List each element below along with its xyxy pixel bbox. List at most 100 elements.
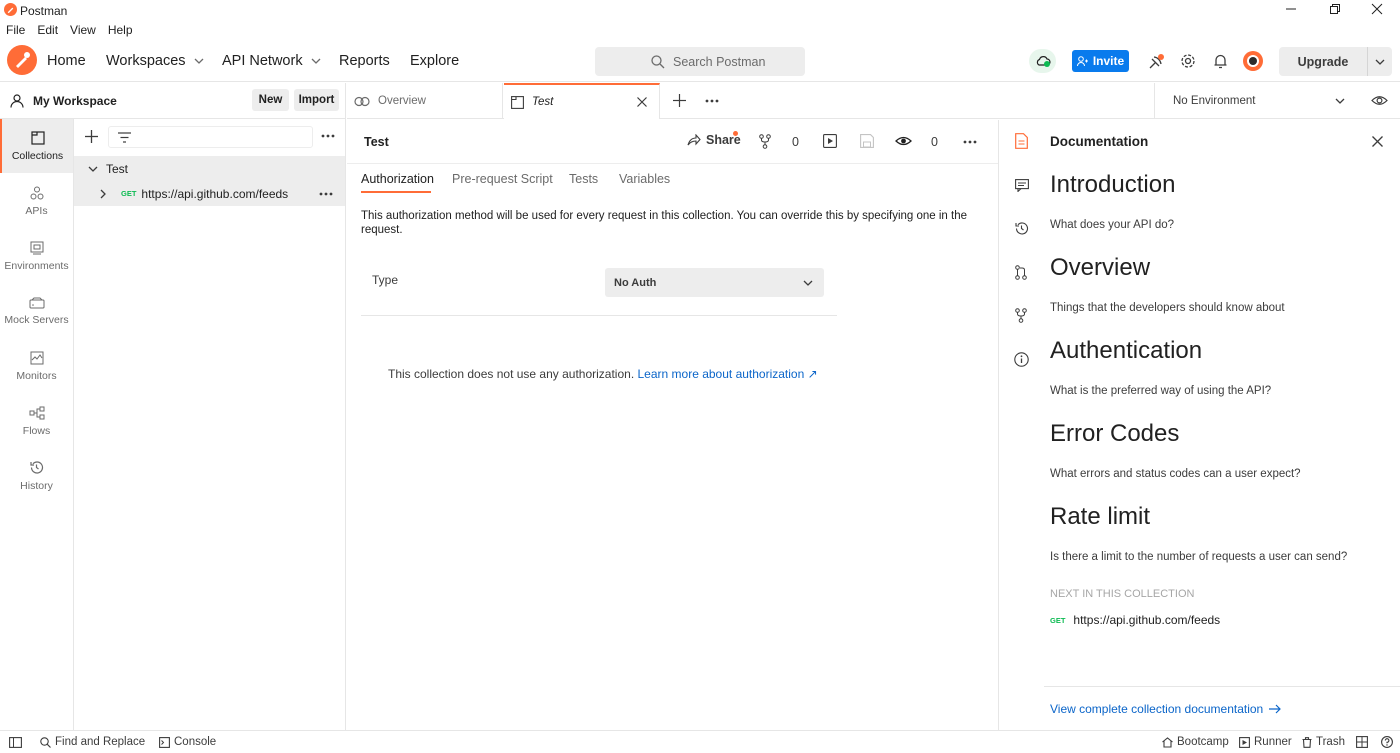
request-item[interactable]: GET https://api.github.com/feeds <box>74 181 345 206</box>
chevron-down-icon[interactable] <box>1375 59 1385 65</box>
tab-tests[interactable]: Tests <box>569 172 598 186</box>
tab-variables[interactable]: Variables <box>619 172 670 186</box>
sidebar-item-label: Flows <box>22 424 51 437</box>
divider <box>1044 686 1400 687</box>
more-options-icon[interactable] <box>963 140 977 144</box>
filter-input[interactable] <box>108 126 313 148</box>
pull-request-icon[interactable] <box>1015 265 1027 280</box>
tab-overview-label: Overview <box>378 95 426 107</box>
new-tab-icon[interactable] <box>673 94 686 107</box>
fork-icon[interactable] <box>1015 308 1027 323</box>
import-button[interactable]: Import <box>294 89 339 111</box>
nav-reports[interactable]: Reports <box>339 53 390 69</box>
add-collection-icon[interactable] <box>85 130 98 143</box>
divider <box>361 315 837 316</box>
minimize-icon[interactable] <box>1285 3 1297 15</box>
two-pane-icon[interactable] <box>1356 731 1368 753</box>
more-options-icon[interactable] <box>319 192 333 196</box>
tabs-bar: Overview Test <box>347 83 1154 119</box>
auth-type-select[interactable]: No Auth <box>605 268 824 297</box>
more-tabs-icon[interactable] <box>705 99 719 103</box>
close-icon[interactable] <box>637 97 647 107</box>
window-close-icon[interactable] <box>1371 3 1383 15</box>
console-icon <box>159 736 170 748</box>
trash-button[interactable]: Trash <box>1302 731 1345 753</box>
sidebar-item-history[interactable]: History <box>0 450 73 502</box>
changelog-icon[interactable] <box>1014 221 1029 236</box>
sidebar-item-monitors[interactable]: Monitors <box>0 340 73 392</box>
eye-icon[interactable] <box>1371 94 1388 107</box>
next-request-link[interactable]: GET https://api.github.com/feeds <box>1050 613 1220 627</box>
sidebar-item-environments[interactable]: Environments <box>0 230 73 282</box>
sync-cloud-icon[interactable] <box>1029 49 1056 73</box>
bell-icon[interactable] <box>1213 53 1228 69</box>
tab-overview[interactable]: Overview <box>347 83 503 119</box>
new-button[interactable]: New <box>252 89 289 111</box>
nav-explore[interactable]: Explore <box>410 53 459 69</box>
user-icon <box>10 94 24 108</box>
invite-button[interactable]: Invite <box>1072 50 1129 72</box>
search-input[interactable]: Search Postman <box>595 47 805 76</box>
comments-icon[interactable] <box>1015 179 1029 192</box>
chevron-down-icon[interactable] <box>88 166 98 172</box>
upgrade-label: Upgrade <box>1297 54 1349 69</box>
sidebar-item-collections[interactable]: Collections <box>0 119 73 173</box>
no-auth-message: This collection does not use any authori… <box>388 367 635 381</box>
nav-home[interactable]: Home <box>47 53 86 69</box>
filter-icon <box>118 132 131 143</box>
satellite-icon[interactable] <box>1147 53 1165 71</box>
overview-icon <box>354 96 370 106</box>
sidebar-item-apis[interactable]: APIs <box>0 175 73 227</box>
menu-edit[interactable]: Edit <box>31 21 64 40</box>
app-header: Home Workspaces API Network Reports Expl… <box>0 40 1400 82</box>
console-button[interactable]: Console <box>159 731 216 753</box>
info-icon[interactable] <box>1014 352 1029 367</box>
chevron-down-icon <box>803 280 813 286</box>
tab-test[interactable]: Test <box>504 83 660 119</box>
workspace-bar: My Workspace New Import <box>0 83 346 119</box>
gear-icon[interactable] <box>1180 53 1196 69</box>
documentation-icon[interactable] <box>1015 133 1028 149</box>
postman-logo-icon <box>4 3 17 16</box>
menu-help[interactable]: Help <box>102 21 139 40</box>
watch-icon[interactable] <box>895 135 912 147</box>
postman-logo[interactable] <box>7 45 37 75</box>
share-icon <box>687 134 701 146</box>
collection-item[interactable]: Test <box>74 156 345 181</box>
restore-icon[interactable] <box>1329 3 1341 15</box>
collection-title[interactable]: Test <box>364 135 389 149</box>
menu-view[interactable]: View <box>64 21 102 40</box>
close-icon[interactable] <box>1372 136 1383 147</box>
runner-button[interactable]: Runner <box>1239 731 1292 753</box>
view-complete-docs-label: View complete collection documentation <box>1050 702 1264 716</box>
sidebar-item-mock-servers[interactable]: Mock Servers <box>0 285 73 337</box>
doc-section-text: What is the preferred way of using the A… <box>1050 385 1272 397</box>
save-icon[interactable] <box>860 134 874 148</box>
environment-select[interactable]: No Environment <box>1155 83 1355 118</box>
more-options-icon[interactable] <box>321 134 335 138</box>
avatar[interactable] <box>1242 50 1264 72</box>
menu-file[interactable]: File <box>0 21 31 40</box>
chevron-right-icon[interactable] <box>100 189 106 199</box>
find-replace-label: Find and Replace <box>55 736 146 748</box>
upgrade-button[interactable]: Upgrade <box>1279 47 1392 76</box>
documentation-panel: Documentation Introduction What does you… <box>1000 120 1400 730</box>
fork-icon[interactable] <box>759 134 771 149</box>
tab-authorization[interactable]: Authorization <box>361 172 434 186</box>
sidebar-item-flows[interactable]: Flows <box>0 395 73 447</box>
learn-more-link[interactable]: Learn more about authorization ↗ <box>638 367 818 381</box>
doc-section-text: Is there a limit to the number of reques… <box>1050 551 1348 563</box>
run-icon[interactable] <box>823 134 837 148</box>
nav-api-network[interactable]: API Network <box>222 53 321 69</box>
collection-name: Test <box>106 161 129 176</box>
bootcamp-button[interactable]: Bootcamp <box>1162 731 1229 753</box>
view-complete-docs-link[interactable]: View complete collection documentation <box>1050 702 1282 716</box>
workspace-name[interactable]: My Workspace <box>33 94 117 108</box>
toggle-sidebar-icon[interactable] <box>9 731 22 753</box>
divider <box>1367 47 1368 76</box>
active-tab-indicator <box>361 191 431 193</box>
nav-workspaces[interactable]: Workspaces <box>106 53 204 69</box>
tab-pre-request-script[interactable]: Pre-request Script <box>452 172 553 186</box>
find-replace-button[interactable]: Find and Replace <box>40 731 145 753</box>
help-icon[interactable] <box>1381 731 1393 753</box>
